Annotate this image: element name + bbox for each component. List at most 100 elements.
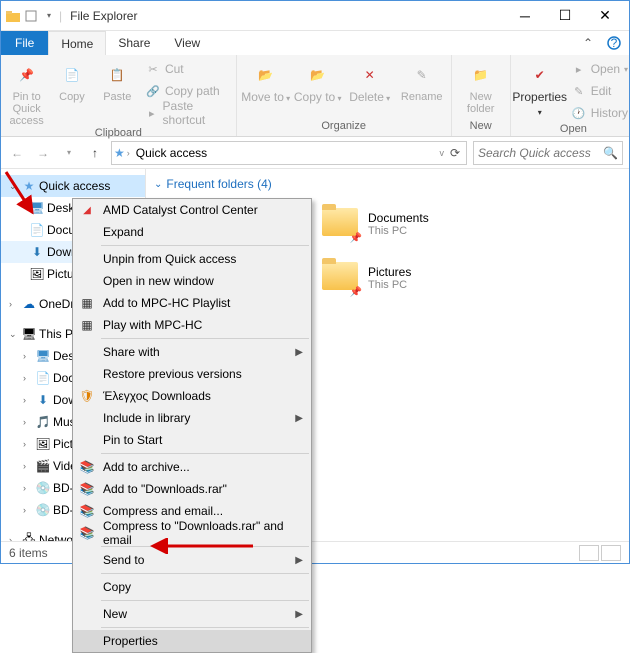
file-tab[interactable]: File <box>1 31 48 55</box>
menu-item[interactable]: 📚 Add to "Downloads.rar" <box>73 478 311 500</box>
menu-item-label: Add to archive... <box>103 460 190 474</box>
collapse-ribbon-icon[interactable]: ⌃ <box>577 31 599 55</box>
window-title: File Explorer <box>70 9 137 23</box>
menu-item[interactable]: ▦ Play with MPC-HC <box>73 314 311 336</box>
amd-icon: ◢ <box>79 202 95 218</box>
context-menu: ◢AMD Catalyst Control Center Expand Unpin … <box>72 198 312 653</box>
folder-card[interactable]: 📌 PicturesThis PC <box>318 253 478 303</box>
help-icon[interactable]: ? <box>599 31 629 55</box>
pin-icon: 📌 <box>350 232 362 244</box>
move-to-button[interactable]: 📂Move to <box>241 57 291 105</box>
maximize-button[interactable]: ☐ <box>545 2 585 30</box>
refresh-icon[interactable]: ⟳ <box>446 146 464 160</box>
rename-button[interactable]: ✎Rename <box>397 57 447 103</box>
menu-item-label: Compress and email... <box>103 504 223 518</box>
annotation-arrow-icon <box>4 170 44 220</box>
menu-item[interactable]: Expand <box>73 221 311 243</box>
menu-item-label: Copy <box>103 580 131 594</box>
menu-item-label: Add to "Downloads.rar" <box>103 482 227 496</box>
address-bar: ← → ▾ ↑ ★ › Quick access v ⟳ 🔍 <box>1 137 629 169</box>
icons-view-button[interactable] <box>601 545 621 561</box>
menu-item[interactable]: Copy <box>73 576 311 598</box>
menu-item[interactable]: Include in library ▶ <box>73 407 311 429</box>
menu-item[interactable]: Share with▶ <box>73 341 311 363</box>
details-view-button[interactable] <box>579 545 599 561</box>
share-tab[interactable]: Share <box>106 31 162 55</box>
mpc-icon: ▦ <box>79 317 95 333</box>
menu-item-label: Include in library <box>103 411 190 425</box>
submenu-icon: ▶ <box>295 609 303 620</box>
qat-dropdown-icon[interactable]: ▾ <box>41 8 57 24</box>
folder-icon: 📌 <box>322 204 362 244</box>
menu-item-label: Add to MPC-HC Playlist <box>103 296 230 310</box>
folder-name: Documents <box>368 211 429 225</box>
menu-item-label: Έλεγχος Downloads <box>103 389 211 403</box>
menu-item[interactable]: Unpin from Quick access <box>73 248 311 270</box>
copy-to-button[interactable]: 📂Copy to <box>293 57 343 105</box>
copy-button[interactable]: 📄Copy <box>50 57 93 103</box>
ribbon: 📌Pin to Quick access 📄Copy 📋Paste ✂Cut 🔗… <box>1 55 629 137</box>
history-button[interactable]: 🕐History <box>567 103 630 123</box>
menu-item-label: Expand <box>103 225 144 239</box>
paste-button[interactable]: 📋Paste <box>96 57 139 103</box>
folder-location: This PC <box>368 279 411 291</box>
new-folder-button[interactable]: 📁New folder <box>456 57 506 115</box>
menu-item[interactable]: Pin to Start <box>73 429 311 451</box>
breadcrumb[interactable]: Quick access <box>132 146 211 160</box>
menu-item[interactable]: 📚Add to archive... <box>73 456 311 478</box>
search-box[interactable]: 🔍 <box>473 141 623 165</box>
folder-name: Pictures <box>368 265 411 279</box>
search-icon: 🔍 <box>603 146 618 160</box>
paste-shortcut-button[interactable]: ▸Paste shortcut <box>141 103 232 123</box>
mpc-icon: ▦ <box>79 295 95 311</box>
menu-item-label: Share with <box>103 345 160 359</box>
title-bar: ▾ | File Explorer ─ ☐ ✕ <box>1 1 629 31</box>
menu-item-label: Pin to Start <box>103 433 162 447</box>
properties-button[interactable]: ✔Properties <box>515 57 565 119</box>
minimize-button[interactable]: ─ <box>505 2 545 30</box>
menu-item[interactable]: Restore previous versions <box>73 363 311 385</box>
copy-path-button[interactable]: 🔗Copy path <box>141 81 232 101</box>
menu-bar: File Home Share View ⌃ ? <box>1 31 629 55</box>
cut-button[interactable]: ✂Cut <box>141 59 232 79</box>
rar-icon: 📚 <box>79 503 95 519</box>
heading[interactable]: ⌄Frequent folders (4) <box>154 177 621 191</box>
properties-icon[interactable] <box>23 8 39 24</box>
recent-button[interactable]: ▾ <box>59 143 79 163</box>
up-button[interactable]: ↑ <box>85 143 105 163</box>
menu-item[interactable]: 🛡 Έλεγχος Downloads <box>73 385 311 407</box>
home-tab[interactable]: Home <box>48 31 106 55</box>
pin-quick-access-button[interactable]: 📌Pin to Quick access <box>5 57 48 127</box>
folder-location: This PC <box>368 225 429 237</box>
view-tab[interactable]: View <box>162 31 212 55</box>
submenu-icon: ▶ <box>295 413 303 424</box>
rar-icon: 📚 <box>79 481 95 497</box>
delete-button[interactable]: ✕Delete <box>345 57 395 105</box>
menu-item-label: Play with MPC-HC <box>103 318 202 332</box>
menu-item-label: Restore previous versions <box>103 367 242 381</box>
annotation-arrow-icon <box>148 538 258 554</box>
menu-item[interactable]: ▦ Add to MPC-HC Playlist <box>73 292 311 314</box>
menu-item-label: Send to <box>103 553 144 567</box>
menu-item[interactable]: ◢AMD Catalyst Control Center <box>73 199 311 221</box>
folder-card[interactable]: 📌 DocumentsThis PC <box>318 199 478 249</box>
menu-item[interactable]: Open in new window <box>73 270 311 292</box>
menu-item[interactable]: New ▶ <box>73 603 311 625</box>
menu-item-label: Unpin from Quick access <box>103 252 236 266</box>
forward-button[interactable]: → <box>33 143 53 163</box>
search-input[interactable] <box>478 146 603 160</box>
open-button[interactable]: ▸Open ▾ <box>567 59 630 79</box>
rar-icon: 📚 <box>79 525 95 541</box>
shield-icon: 🛡 <box>79 388 95 404</box>
back-button[interactable]: ← <box>7 143 27 163</box>
pin-icon: 📌 <box>350 286 362 298</box>
menu-item[interactable]: Properties <box>73 630 311 652</box>
chevron-right-icon[interactable]: › <box>127 148 130 158</box>
address-dropdown-icon[interactable]: v <box>439 148 444 158</box>
address-box[interactable]: ★ › Quick access v ⟳ <box>111 141 467 165</box>
close-button[interactable]: ✕ <box>585 2 625 30</box>
menu-item-label: Properties <box>103 634 158 648</box>
folder-icon: 📌 <box>322 258 362 298</box>
menu-item-label: New <box>103 607 127 621</box>
edit-button[interactable]: ✎Edit <box>567 81 630 101</box>
